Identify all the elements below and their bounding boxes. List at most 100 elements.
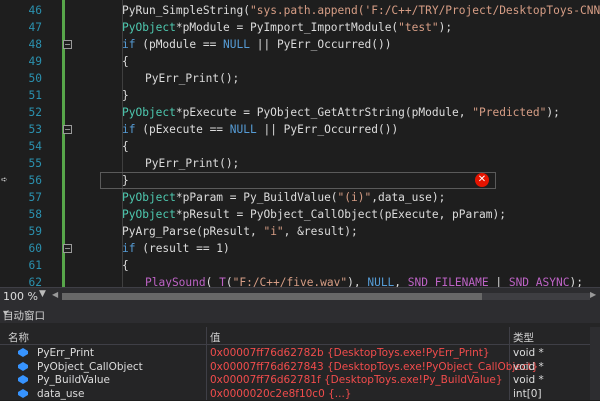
code-text[interactable]: PyErr_Print(); <box>145 155 239 172</box>
code-line[interactable]: 61 { <box>0 257 600 274</box>
zoom-level[interactable]: 100 % <box>3 290 38 303</box>
code-line[interactable]: 55 PyErr_Print(); <box>0 155 600 172</box>
collapse-icon[interactable]: − <box>63 244 72 253</box>
collapse-icon[interactable]: − <box>63 125 72 134</box>
code-line[interactable]: 58 PyObject*pResult = PyObject_CallObject… <box>0 206 600 223</box>
line-number: 54 <box>28 140 42 153</box>
code-token: , <box>394 276 408 287</box>
line-number: 46 <box>28 4 42 17</box>
code-token: { <box>122 55 129 68</box>
current-line-highlight <box>100 172 496 189</box>
code-line[interactable]: 49 { <box>0 53 600 70</box>
autos-row[interactable]: PyErr_Print 0x00007ff76d62782b {DesktopTo… <box>0 346 600 360</box>
code-text[interactable]: } <box>122 87 129 104</box>
code-line[interactable]: 60 − if (result == 1) <box>0 240 600 257</box>
scroll-left-icon[interactable]: ◀ <box>52 290 58 299</box>
line-number: 62 <box>28 276 42 287</box>
line-number: 55 <box>28 157 42 170</box>
code-text[interactable]: PyObject*pModule = PyImport_ImportModule… <box>122 19 452 36</box>
code-token: *pExecute = PyObject_GetAttrString(pModu… <box>175 106 473 119</box>
code-line[interactable]: 57 PyObject*pParam = Py_BuildValue("(i)",… <box>0 189 600 206</box>
code-line[interactable]: 52 PyObject*pExecute = PyObject_GetAttrSt… <box>0 104 600 121</box>
autos-vertical-scrollbar[interactable] <box>590 327 600 400</box>
code-text[interactable]: PyObject*pParam = Py_BuildValue("(i)",da… <box>122 189 445 206</box>
autos-row-type: void * <box>513 374 544 386</box>
code-text[interactable]: PyObject*pExecute = PyObject_GetAttrStri… <box>122 104 560 121</box>
zoom-dropdown-icon[interactable]: ▼ <box>39 289 46 299</box>
code-token: SND_ASYNC <box>508 276 570 287</box>
autos-row-type: int[0] <box>513 387 542 400</box>
code-token: PyErr_Print(); <box>145 157 240 170</box>
column-type[interactable]: 类型 <box>513 330 534 345</box>
code-token: PyObject <box>122 106 176 119</box>
code-token: ( <box>225 276 233 287</box>
autos-row[interactable]: data_use 0x0000020c2e8f10c0 {...} int[0] <box>0 387 600 401</box>
horizontal-scrollbar[interactable] <box>62 293 590 300</box>
code-text[interactable]: PlaySound(_T("F:/C++/five.wav"), NULL, S… <box>145 274 583 287</box>
code-token: PyObject <box>122 21 176 34</box>
line-number: 49 <box>28 55 42 68</box>
pin-icon[interactable]: ▾ <box>3 308 8 319</box>
code-token: || PyErr_Occurred()) <box>256 123 399 136</box>
code-token: PyErr_Print(); <box>145 72 240 85</box>
column-value[interactable]: 值 <box>210 330 221 345</box>
code-token: PyRun_SimpleString( <box>122 4 250 17</box>
autos-row-type: void * <box>513 360 544 373</box>
code-line[interactable]: 48 − if (pModule == NULL || PyErr_Occurred… <box>0 36 600 53</box>
line-number: 56 <box>28 174 42 187</box>
header-divider <box>0 344 600 345</box>
code-token: { <box>122 259 129 272</box>
line-number: 48 <box>28 38 42 51</box>
code-token: "test" <box>398 21 439 34</box>
autos-title: 自动窗口 <box>3 310 45 322</box>
code-text[interactable]: PyErr_Print(); <box>145 70 239 87</box>
code-token: if <box>122 242 136 255</box>
code-line[interactable]: 54 { <box>0 138 600 155</box>
code-line[interactable]: 62 PlaySound(_T("F:/C++/five.wav"), NULL,… <box>0 274 600 287</box>
autos-row[interactable]: Py_BuildValue 0x00007ff76d62781f {Desktop… <box>0 373 600 387</box>
line-number: 51 <box>28 89 42 102</box>
autos-title-bar: 自动窗口 ▾ <box>0 305 600 323</box>
code-text[interactable]: { <box>122 53 129 70</box>
code-text[interactable]: { <box>122 257 129 274</box>
autos-row-value: 0x00007ff76d62781f {DesktopToys.exe!Py_B… <box>210 374 503 386</box>
code-token: (pExecute == <box>135 123 230 136</box>
code-line[interactable]: 47 PyObject*pModule = PyImport_ImportModu… <box>0 19 600 36</box>
code-text[interactable]: if (pModule == NULL || PyErr_Occurred()) <box>122 36 391 53</box>
line-number: 57 <box>28 191 42 204</box>
code-text[interactable]: PyArg_Parse(pResult, "i", &result); <box>122 223 358 240</box>
code-token: (pModule == <box>135 38 224 51</box>
editor-status-bar: 100 % ▼ ◀ ▶ <box>0 287 600 305</box>
code-line[interactable]: 51} <box>0 87 600 104</box>
code-line[interactable]: 50 PyErr_Print(); <box>0 70 600 87</box>
code-token: , &result); <box>283 225 358 238</box>
code-token: ); <box>438 21 453 34</box>
column-name[interactable]: 名称 <box>8 330 29 345</box>
code-token: NULL <box>229 123 257 136</box>
code-text[interactable]: if (pExecute == NULL || PyErr_Occurred()… <box>122 121 398 138</box>
code-text[interactable]: PyRun_SimpleString("sys.path.append('F:/… <box>122 2 600 19</box>
code-editor[interactable]: ➪ 46 PyRun_SimpleString("sys.path.append(… <box>0 0 600 287</box>
code-line[interactable]: 53 − if (pExecute == NULL || PyErr_Occurre… <box>0 121 600 138</box>
code-text[interactable]: if (result == 1) <box>122 240 230 257</box>
line-number: 60 <box>28 242 42 255</box>
code-line[interactable]: 59 PyArg_Parse(pResult, "i", &result); <box>0 223 600 240</box>
autos-row-name: Py_BuildValue <box>37 374 110 386</box>
code-text[interactable]: { <box>122 138 129 155</box>
code-token: *pParam = Py_BuildValue( <box>175 191 338 204</box>
code-token: { <box>122 140 129 153</box>
line-number: 47 <box>28 21 42 34</box>
code-line[interactable]: 46 PyRun_SimpleString("sys.path.append('F… <box>0 2 600 19</box>
code-text[interactable]: PyObject*pResult = PyObject_CallObject(p… <box>122 206 506 223</box>
variable-icon <box>18 361 28 371</box>
line-number: 61 <box>28 259 42 272</box>
horizontal-scroll-thumb[interactable] <box>62 293 482 300</box>
code-token: SND_FILENAME <box>407 276 489 287</box>
scroll-right-icon[interactable]: ▶ <box>590 290 596 299</box>
autos-row[interactable]: PyObject_CallObject 0x00007ff76d627843 {D… <box>0 360 600 374</box>
code-token: if <box>122 123 136 136</box>
code-token: *pResult = PyObject_CallObject(pExecute,… <box>175 208 506 221</box>
variable-icon <box>18 388 28 398</box>
autos-row-name: data_use <box>37 387 85 400</box>
collapse-icon[interactable]: − <box>63 40 72 49</box>
